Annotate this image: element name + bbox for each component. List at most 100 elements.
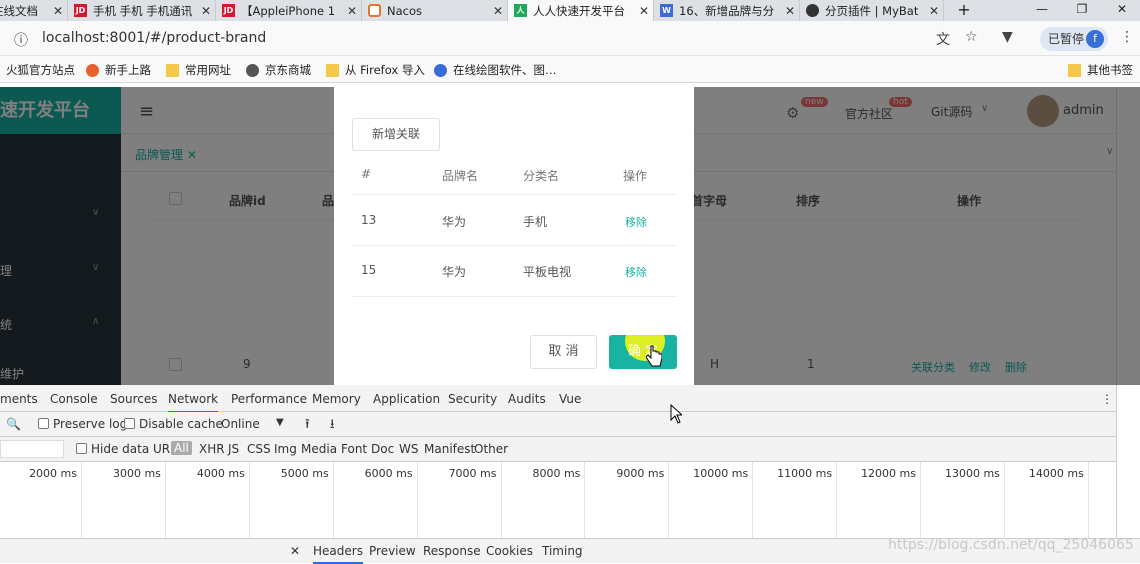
tab-audits[interactable]: Audits [508, 392, 546, 406]
tab-title: Nacos [387, 3, 422, 18]
browser-tab[interactable]: W 16、新增品牌与分 ✕ [654, 0, 800, 21]
confirm-button[interactable]: 确 定 [609, 335, 677, 369]
timeline-gridline [752, 462, 754, 538]
tab-elements[interactable]: ments [0, 392, 38, 406]
timeline-gridline [332, 462, 334, 538]
tab-headers[interactable]: Headers [313, 544, 363, 564]
tab-memory[interactable]: Memory [312, 392, 361, 406]
timeline-gridline [248, 462, 250, 538]
filter-js[interactable]: JS [228, 442, 239, 456]
throttle-select[interactable]: Online [221, 417, 260, 431]
filter-ws[interactable]: WS [399, 442, 418, 456]
translate-icon[interactable]: 文 [936, 29, 950, 49]
bookmark-item[interactable]: 常用网址 [166, 62, 231, 78]
restore-icon[interactable]: ❐ [1062, 0, 1102, 21]
bookmark-item[interactable]: 火狐官方站点 [6, 62, 75, 78]
cancel-button[interactable]: 取 消 [530, 335, 597, 369]
filter-other[interactable]: Other [474, 442, 508, 456]
filter-media[interactable]: Media [301, 442, 337, 456]
browser-tab-active[interactable]: 人 人人快速开发平台 ✕ [508, 0, 654, 21]
bookmark-item[interactable]: 其他书签 [1068, 62, 1133, 78]
bookmarks-bar: 火狐官方站点 新手上路 常用网址 京东商城 从 Firefox 导入 在线绘图软… [0, 56, 1140, 83]
bookmark-label: 火狐官方站点 [6, 63, 75, 77]
bookmark-label: 从 Firefox 导入 [345, 63, 425, 77]
browser-tab[interactable]: 分页插件 | MyBat ✕ [800, 0, 944, 21]
cell-brand: 华为 [442, 215, 467, 229]
browser-tab[interactable]: Nacos ✕ [362, 0, 508, 21]
browser-tab[interactable]: JD 手机 手机 手机通讯 ✕ [68, 0, 216, 21]
import-har-icon[interactable]: ⭱ [305, 415, 310, 437]
jd-icon: JD [222, 4, 235, 17]
devtools-side-panel[interactable] [1116, 385, 1140, 538]
filter-doc[interactable]: Doc [371, 442, 394, 456]
filter-input[interactable] [0, 440, 64, 458]
filter-img[interactable]: Img [274, 442, 297, 456]
tab-title: 分页插件 | MyBat [825, 3, 919, 18]
tab-security[interactable]: Security [448, 392, 497, 406]
add-relation-button[interactable]: 新增关联 [352, 118, 440, 151]
tab-timing[interactable]: Timing [542, 544, 583, 558]
paused-profile-button[interactable]: 已暂停 f [1040, 27, 1108, 51]
drawio-icon [434, 63, 447, 77]
column-header: 品牌名 [442, 169, 479, 183]
browser-tab[interactable]: 在线文档 ✕ [0, 0, 68, 21]
renren-icon: 人 [514, 4, 527, 17]
info-icon[interactable]: ⓘ [14, 30, 28, 50]
filter-font[interactable]: Font [341, 442, 367, 456]
dropdown-arrow-icon[interactable]: ▼ [276, 417, 284, 428]
tab-performance[interactable]: Performance [231, 392, 307, 406]
remove-link[interactable]: 移除 [625, 264, 647, 280]
more-icon[interactable]: ⋮ [1120, 29, 1134, 45]
bookmark-label: 在线绘图软件、图… [453, 63, 557, 77]
tab-response[interactable]: Response [423, 544, 481, 558]
tab-application[interactable]: Application [373, 392, 440, 406]
filter-all[interactable]: All [171, 441, 192, 455]
tab-preview[interactable]: Preview [369, 544, 416, 558]
bookmark-item[interactable]: 在线绘图软件、图… [434, 62, 557, 78]
minimize-icon[interactable]: — [1022, 0, 1062, 21]
close-tab-icon[interactable]: ✕ [635, 4, 653, 18]
bookmark-item[interactable]: 京东商城 [246, 62, 311, 78]
tab-cookies[interactable]: Cookies [486, 544, 533, 558]
throttle-value: Online [221, 417, 260, 431]
star-icon[interactable]: ☆ [965, 29, 978, 45]
browser-tab[interactable]: JD 【AppleiPhone 1 ✕ [216, 0, 362, 21]
search-icon[interactable]: 🔍 [6, 417, 21, 431]
tab-console[interactable]: Console [50, 392, 98, 406]
word-icon: W [660, 4, 673, 17]
export-har-icon[interactable]: ⭳ [330, 415, 335, 437]
checkbox-box [124, 418, 135, 429]
tab-title: 在线文档 [0, 3, 38, 18]
close-tab-icon[interactable]: ✕ [781, 4, 799, 18]
preserve-log-checkbox[interactable]: Preserve log [38, 417, 127, 431]
timeline-tick-label: 13000 ms [944, 467, 1000, 480]
tab-vue[interactable]: Vue [559, 392, 581, 406]
close-tab-icon[interactable]: ✕ [489, 4, 507, 18]
hide-data-urls-checkbox[interactable]: Hide data URLs [76, 442, 183, 456]
new-tab-button[interactable]: + [944, 0, 984, 21]
filter-manifest[interactable]: Manifest [424, 442, 475, 456]
remove-link[interactable]: 移除 [625, 214, 647, 230]
timeline-tick-label: 5000 ms [280, 467, 329, 480]
close-tab-icon[interactable]: ✕ [197, 4, 215, 18]
address-bar: ⓘ localhost:8001/#/product-brand 文 ☆ ▼ 已… [0, 21, 1140, 56]
url-field[interactable]: localhost:8001/#/product-brand [42, 30, 266, 46]
filter-xhr[interactable]: XHR [199, 442, 225, 456]
bookmark-item[interactable]: 新手上路 [86, 62, 151, 78]
more-icon[interactable]: ⋮ [1101, 392, 1113, 406]
close-tab-icon[interactable]: ✕ [49, 4, 67, 18]
filter-css[interactable]: CSS [247, 442, 271, 456]
cell-id: 15 [361, 263, 377, 277]
vpn-icon[interactable]: ▼ [1002, 29, 1013, 45]
network-timeline[interactable]: 2000 ms 3000 ms 4000 ms 5000 ms 6000 ms 7000 … [0, 462, 1140, 538]
close-window-icon[interactable]: ✕ [1102, 0, 1140, 21]
disable-cache-checkbox[interactable]: Disable cache [124, 417, 223, 431]
tab-network[interactable]: Network [168, 392, 219, 413]
close-tab-icon[interactable]: ✕ [343, 4, 361, 18]
bookmark-item[interactable]: 从 Firefox 导入 [326, 62, 425, 78]
close-tab-icon[interactable]: ✕ [925, 4, 943, 18]
tab-title: 16、新增品牌与分 [679, 3, 775, 18]
tab-sources[interactable]: Sources [110, 392, 157, 406]
checkbox-label: Preserve log [53, 417, 128, 431]
close-icon[interactable]: ✕ [290, 544, 300, 558]
